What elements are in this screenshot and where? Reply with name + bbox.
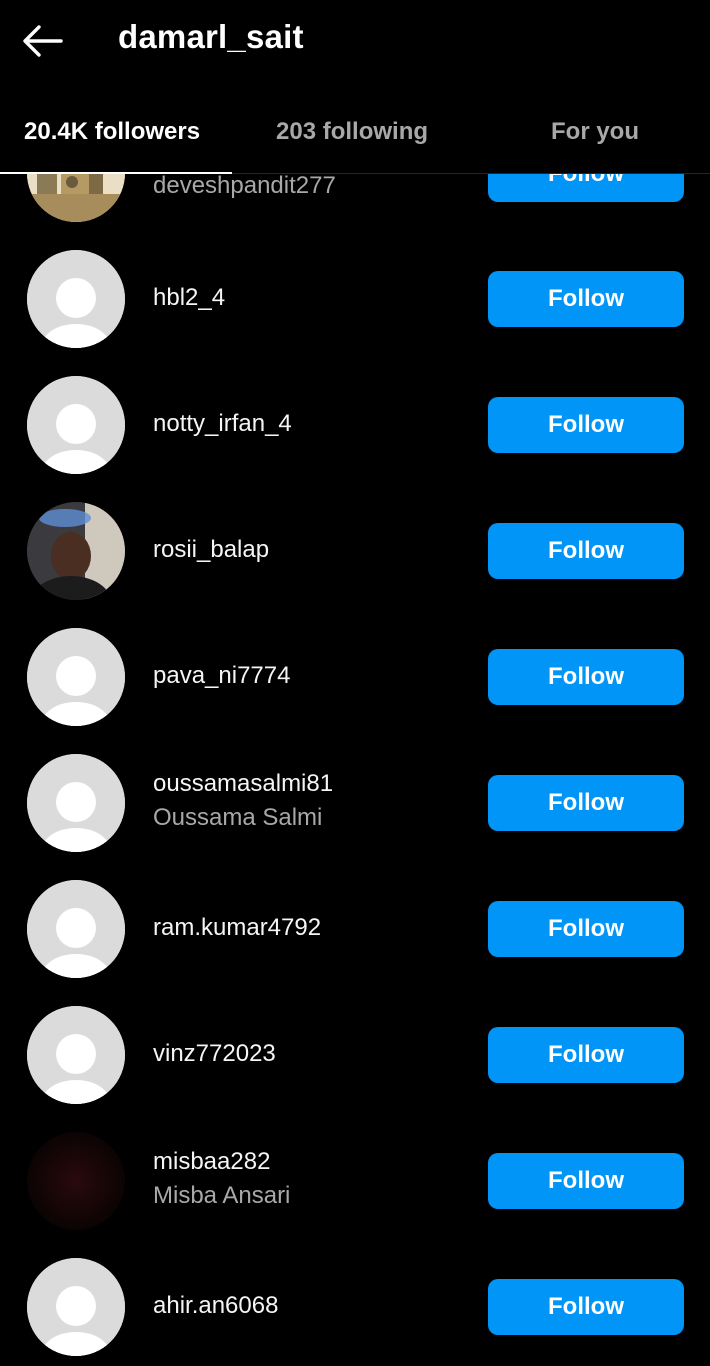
avatar[interactable] <box>27 628 125 726</box>
avatar[interactable] <box>27 1132 125 1230</box>
avatar[interactable] <box>27 250 125 348</box>
follower-username[interactable]: ram.kumar4792 <box>153 914 321 942</box>
follower-username[interactable]: notty_irfan_4 <box>153 410 292 438</box>
follow-button[interactable]: Follow <box>488 523 684 579</box>
arrow-left-icon <box>23 25 63 57</box>
tab-following[interactable]: 203 following <box>276 118 428 146</box>
follow-button[interactable]: Follow <box>488 901 684 957</box>
list-item[interactable]: pava_ni7774 Follow <box>0 628 710 754</box>
active-tab-indicator <box>0 172 232 174</box>
follow-button[interactable]: Follow <box>488 1153 684 1209</box>
follower-username[interactable]: hbl2_4 <box>153 284 225 312</box>
list-item[interactable]: oussamasalmi81 Oussama Salmi Follow <box>0 754 710 880</box>
follow-button[interactable]: Follow <box>488 271 684 327</box>
follow-button[interactable]: Follow <box>488 397 684 453</box>
tab-for-you[interactable]: For you <box>551 118 639 146</box>
follower-fullname: deveshpandit277 <box>153 172 336 199</box>
avatar[interactable] <box>27 1006 125 1104</box>
list-item[interactable]: rosii_balap Follow <box>0 502 710 628</box>
follower-fullname: Misba Ansari <box>153 1182 291 1209</box>
avatar[interactable] <box>27 1258 125 1356</box>
page-title: damarl_sait <box>118 18 304 55</box>
avatar[interactable] <box>27 880 125 978</box>
follower-username[interactable]: pava_ni7774 <box>153 662 290 690</box>
follower-username[interactable]: oussamasalmi81 <box>153 770 333 798</box>
follower-username[interactable]: vinz772023 <box>153 1040 276 1068</box>
follow-button[interactable]: Follow <box>488 775 684 831</box>
follower-fullname: Oussama Salmi <box>153 804 323 831</box>
followers-screen: deveshpandit277 Follow hbl2_4 Follow not… <box>0 0 710 1366</box>
list-item[interactable]: hbl2_4 Follow <box>0 250 710 376</box>
list-item[interactable]: vinz772023 Follow <box>0 1006 710 1132</box>
follow-button[interactable]: Follow <box>488 1279 684 1335</box>
back-button[interactable] <box>14 16 70 66</box>
list-item[interactable]: misbaa282 Misba Ansari Follow <box>0 1132 710 1258</box>
list-item[interactable]: ram.kumar4792 Follow <box>0 880 710 1006</box>
tab-followers[interactable]: 20.4K followers <box>24 118 200 146</box>
follower-username[interactable]: rosii_balap <box>153 536 269 564</box>
list-item[interactable]: notty_irfan_4 Follow <box>0 376 710 502</box>
list-item[interactable]: ahir.an6068 Follow <box>0 1258 710 1366</box>
follower-username[interactable]: misbaa282 <box>153 1148 270 1176</box>
followers-list[interactable]: deveshpandit277 Follow hbl2_4 Follow not… <box>0 0 710 1366</box>
avatar[interactable] <box>27 754 125 852</box>
follow-button[interactable]: Follow <box>488 649 684 705</box>
avatar[interactable] <box>27 376 125 474</box>
follow-button[interactable]: Follow <box>488 1027 684 1083</box>
follower-username[interactable]: ahir.an6068 <box>153 1292 278 1320</box>
tab-bar: 20.4K followers 203 following For you <box>0 80 710 174</box>
avatar[interactable] <box>27 502 125 600</box>
top-bar: damarl_sait <box>0 0 710 80</box>
